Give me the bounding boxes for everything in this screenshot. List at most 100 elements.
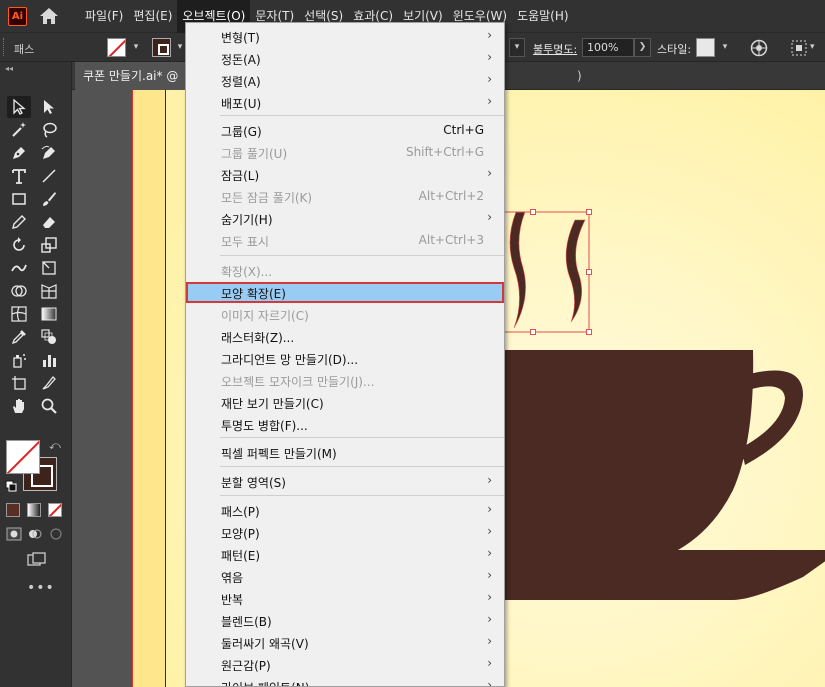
submenu-arrow-icon: › (487, 28, 492, 42)
opacity-input[interactable]: 100% (582, 38, 634, 57)
screen-mode-icon[interactable] (27, 552, 47, 568)
draw-behind-icon[interactable] (27, 527, 43, 541)
menu-item-label: 오브젝트 모자이크 만들기(J)... (221, 375, 375, 389)
fill-swatch-none[interactable] (6, 440, 40, 474)
gradient-tool-icon[interactable] (37, 303, 61, 325)
opacity-label[interactable]: 불투명도: (533, 41, 577, 57)
menu-item-label: 그룹 풀기(U) (221, 147, 288, 161)
curvature-tool-icon[interactable] (37, 142, 61, 164)
align-dropdown-icon[interactable]: ▾ (810, 38, 822, 57)
direct-selection-tool-icon[interactable] (37, 96, 61, 118)
panel-grip[interactable] (3, 38, 6, 56)
column-graph-tool-icon[interactable] (37, 349, 61, 371)
paintbrush-tool-icon[interactable] (37, 188, 61, 210)
menu-8[interactable]: 도움말(H) (512, 0, 574, 33)
menu-item-22[interactable]: 패턴(E) › (186, 544, 504, 565)
menu-item-27[interactable]: 원근감(P) › (186, 654, 504, 675)
scale-tool-icon[interactable] (37, 234, 61, 256)
menu-item-24[interactable]: 반복 › (186, 588, 504, 609)
selection-handle[interactable] (586, 329, 592, 335)
submenu-arrow-icon: › (487, 524, 492, 538)
menu-0[interactable]: 파일(F) (80, 0, 128, 33)
submenu-arrow-icon: › (487, 678, 492, 687)
symbol-sprayer-tool-icon[interactable] (7, 349, 31, 371)
collapse-panel-icon[interactable]: ◂◂ (5, 64, 13, 73)
zoom-tool-icon[interactable] (37, 395, 61, 417)
menu-item-20[interactable]: 패스(P) › (186, 500, 504, 521)
draw-inside-icon[interactable] (48, 527, 64, 541)
align-icon[interactable] (790, 39, 808, 57)
artboard-tool-icon[interactable] (7, 372, 31, 394)
stroke-color-swatch[interactable] (152, 38, 171, 57)
eyedropper-tool-icon[interactable] (7, 326, 31, 348)
hand-tool-icon[interactable] (7, 395, 31, 417)
default-colors-icon[interactable] (5, 480, 17, 492)
submenu-arrow-icon: › (487, 612, 492, 626)
menu-1[interactable]: 편집(E) (128, 0, 177, 33)
menu-item-17[interactable]: 투명도 병합(F)... (186, 414, 504, 435)
gradient-mode-icon[interactable] (27, 503, 41, 517)
menu-item-1[interactable]: 정돈(A) › (186, 48, 504, 69)
menu-item-label: 그라디언트 망 만들기(D)... (221, 353, 359, 367)
pencil-tool-icon[interactable] (7, 211, 31, 233)
menu-item-8[interactable]: 숨기기(H) › (186, 208, 504, 229)
menu-item-9: 모두 표시 Alt+Ctrl+3 (186, 230, 504, 251)
menu-item-label: 엮음 (221, 571, 244, 585)
eraser-tool-icon[interactable] (37, 211, 61, 233)
menu-item-19[interactable]: 분할 영역(S) › (186, 471, 504, 492)
variable-width-dropdown-icon[interactable]: ▾ (509, 38, 525, 57)
menu-item-2[interactable]: 정렬(A) › (186, 70, 504, 91)
home-icon[interactable] (39, 6, 59, 26)
menu-item-25[interactable]: 블렌드(B) › (186, 610, 504, 631)
menu-item-0[interactable]: 변형(T) › (186, 26, 504, 47)
menu-item-3[interactable]: 배포(U) › (186, 92, 504, 113)
menu-item-4[interactable]: 그룹(G) Ctrl+G (186, 120, 504, 141)
none-mode-icon[interactable] (48, 503, 62, 517)
recolor-artwork-icon[interactable] (750, 39, 768, 57)
menu-item-28[interactable]: 라이브 페인트(N) › (186, 676, 504, 687)
pen-tool-icon[interactable] (7, 142, 31, 164)
color-mode-icon[interactable] (6, 503, 20, 517)
selection-handle[interactable] (586, 209, 592, 215)
draw-normal-icon[interactable] (6, 527, 22, 541)
blend-tool-icon[interactable] (37, 326, 61, 348)
perspective-grid-tool-icon[interactable] (37, 280, 61, 302)
type-tool-icon[interactable] (7, 165, 31, 187)
menu-item-label: 패스(P) (221, 505, 260, 519)
warp-tool-icon[interactable] (7, 257, 31, 279)
rectangle-tool-icon[interactable] (7, 188, 31, 210)
shape-builder-tool-icon[interactable] (7, 280, 31, 302)
selection-tool-icon[interactable] (7, 96, 31, 118)
coffee-cup-body[interactable] (463, 350, 754, 550)
free-transform-tool-icon[interactable] (37, 257, 61, 279)
menu-item-21[interactable]: 모양(P) › (186, 522, 504, 543)
menu-item-13[interactable]: 래스터화(Z)... (186, 326, 504, 347)
menu-item-6[interactable]: 잠금(L) › (186, 164, 504, 185)
selection-handle[interactable] (530, 329, 536, 335)
graphic-style-swatch[interactable] (696, 38, 715, 57)
menu-item-14[interactable]: 그라디언트 망 만들기(D)... (186, 348, 504, 369)
slice-tool-icon[interactable] (37, 372, 61, 394)
menu-item-11[interactable]: 모양 확장(E) (186, 282, 504, 303)
style-dropdown-icon[interactable]: ▾ (717, 38, 733, 57)
menu-item-16[interactable]: 재단 보기 만들기(C) (186, 392, 504, 413)
rotate-tool-icon[interactable] (7, 234, 31, 256)
opacity-arrow-icon[interactable]: ❯ (634, 38, 651, 57)
submenu-arrow-icon: › (487, 546, 492, 560)
fill-dropdown-icon[interactable]: ▾ (130, 38, 142, 57)
menu-item-23[interactable]: 엮음 › (186, 566, 504, 587)
menu-item-label: 래스터화(Z)... (221, 331, 295, 345)
menu-item-26[interactable]: 둘러싸기 왜곡(V) › (186, 632, 504, 653)
menu-item-18[interactable]: 픽셀 퍼펙트 만들기(M) (186, 442, 504, 463)
menu-separator (220, 495, 504, 496)
more-tools-icon[interactable]: ••• (27, 580, 55, 596)
swap-fill-stroke-icon[interactable]: ⤺ (49, 439, 61, 453)
line-tool-icon[interactable] (37, 165, 61, 187)
magic-wand-tool-icon[interactable] (7, 119, 31, 141)
style-label: 스타일: (657, 43, 692, 56)
fill-color-swatch[interactable] (107, 38, 126, 57)
lasso-tool-icon[interactable] (37, 119, 61, 141)
mesh-tool-icon[interactable] (7, 303, 31, 325)
selection-handle[interactable] (586, 269, 592, 275)
selection-handle[interactable] (530, 209, 536, 215)
